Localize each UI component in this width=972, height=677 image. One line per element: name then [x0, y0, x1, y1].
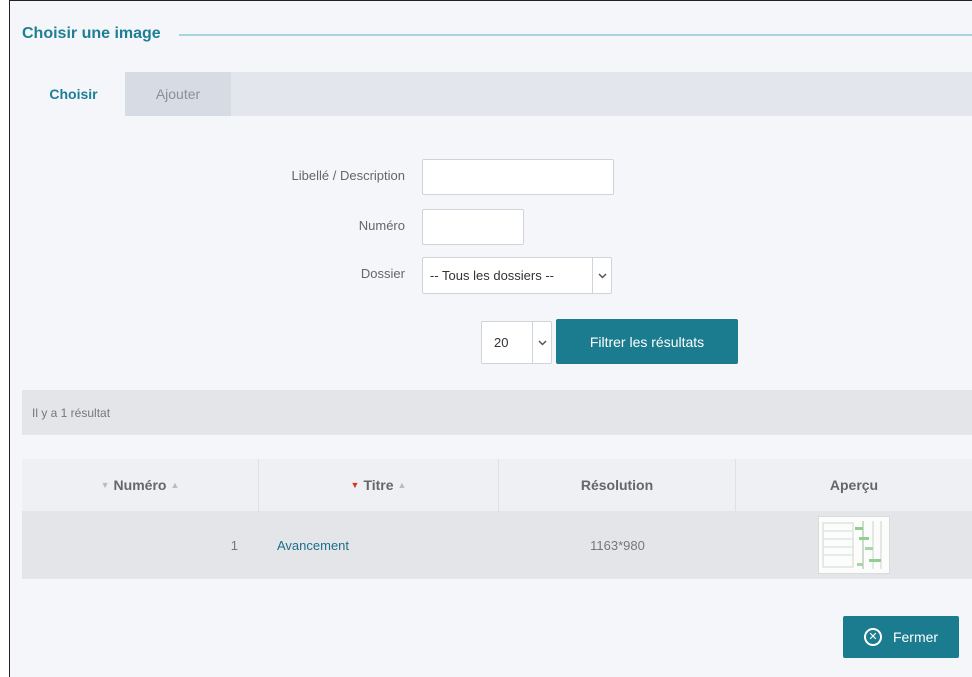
numero-input[interactable]: [422, 209, 524, 245]
sort-asc-icon: ▲: [170, 480, 180, 490]
dossier-select-value: -- Tous les dossiers --: [430, 268, 555, 283]
description-input[interactable]: [422, 159, 614, 195]
page-size-value: 20: [494, 335, 509, 350]
label-description: Libellé / Description: [291, 168, 405, 183]
header-resolution: Résolution: [499, 459, 736, 511]
dialog-title: Choisir une image: [22, 25, 161, 42]
close-circle-icon: ✕: [863, 628, 882, 646]
table-row: 1 Avancement 1163*980: [22, 511, 972, 579]
label-numero: Numéro: [358, 218, 405, 233]
header-apercu: Aperçu: [829, 477, 879, 493]
header-titre[interactable]: ▼ Titre ▲: [259, 459, 499, 511]
header-titre-label: Titre: [363, 477, 394, 493]
close-button[interactable]: ✕ Fermer: [843, 616, 959, 658]
dialog-header: Choisir une image: [22, 23, 972, 45]
filter-results-button[interactable]: Filtrer les résultats: [556, 319, 738, 364]
close-button-label: Fermer: [892, 629, 939, 645]
title-divider: [178, 34, 972, 36]
header-numero-label: Numéro: [113, 477, 167, 493]
cell-titre-link[interactable]: Avancement: [259, 511, 499, 579]
sort-desc-icon: ▼: [100, 480, 110, 490]
chevron-down-icon: [532, 322, 551, 363]
cell-numero: 1: [230, 537, 238, 553]
cell-resolution: 1163*980: [590, 537, 645, 553]
header-numero[interactable]: ▼ Numéro ▲: [22, 459, 259, 511]
tab-choisir[interactable]: Choisir: [22, 72, 125, 116]
chevron-down-icon: [592, 258, 611, 293]
tab-bar: Choisir Ajouter: [22, 72, 972, 116]
sort-desc-active-icon: ▼: [350, 480, 360, 490]
sort-asc-icon: ▲: [397, 480, 407, 490]
table-header: ▼ Numéro ▲ ▼ Titre ▲ Résolution Aperçu: [22, 459, 972, 511]
results-summary-bar: Il y a 1 résultat: [22, 390, 972, 435]
page-size-select[interactable]: 20: [481, 321, 552, 364]
dialog-frame: Choisir une image Choisir Ajouter Libell…: [9, 0, 972, 677]
label-dossier: Dossier: [360, 266, 405, 281]
cell-apercu: [736, 511, 972, 579]
tab-ajouter[interactable]: Ajouter: [125, 72, 231, 116]
results-count: Il y a 1 résultat: [32, 405, 111, 420]
image-thumbnail[interactable]: [818, 516, 890, 574]
dossier-select[interactable]: -- Tous les dossiers --: [422, 257, 612, 294]
